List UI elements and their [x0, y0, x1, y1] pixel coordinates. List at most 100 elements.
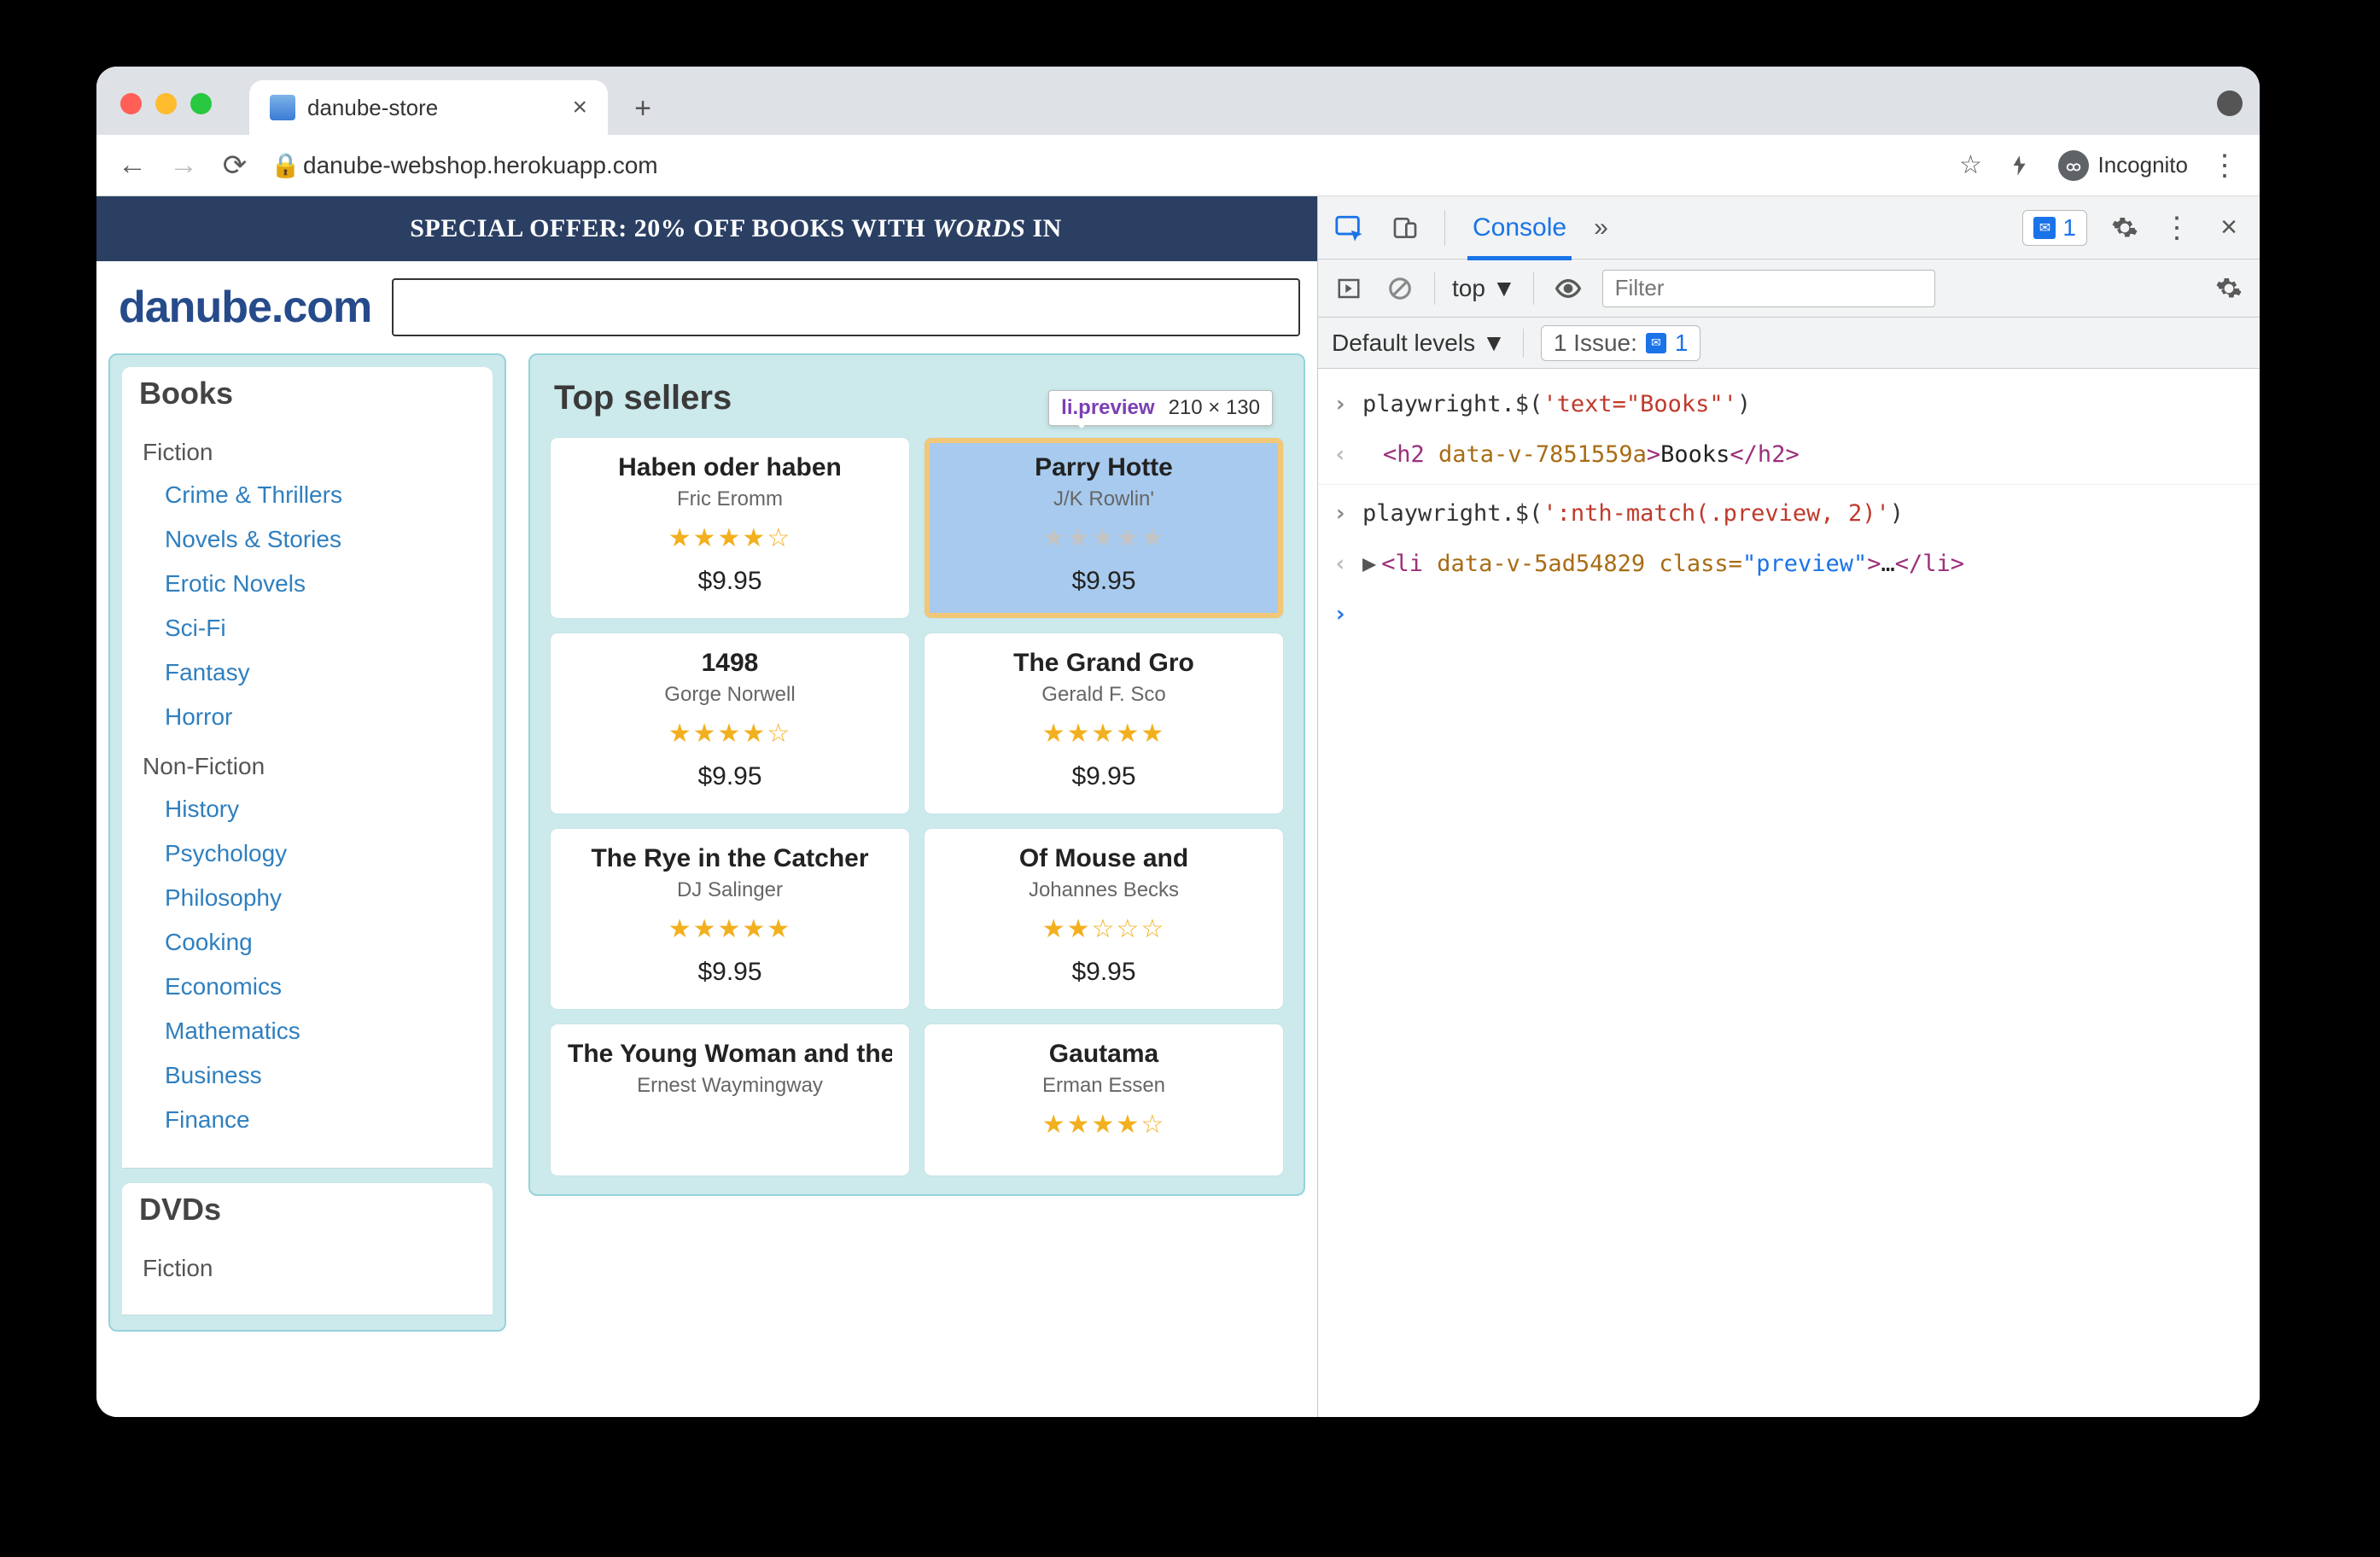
context-selector[interactable]: top ▼	[1452, 275, 1516, 302]
product-grid: Haben oder habenFric Eromm★★★★☆$9.95li.p…	[551, 438, 1283, 1175]
browser-window: danube-store × + ← → ⟳ 🔒 danube-webshop.…	[96, 67, 2260, 1417]
incognito-label: Incognito	[2097, 152, 2188, 178]
console-prompt[interactable]: ›	[1332, 589, 2246, 639]
site-header: danube.com	[96, 261, 1317, 353]
back-button[interactable]: ←	[117, 150, 148, 181]
sidebar-link[interactable]: Sci-Fi	[143, 606, 472, 650]
window-menu-icon[interactable]	[2217, 90, 2243, 116]
product-card[interactable]: GautamaErman Essen★★★★☆	[925, 1024, 1283, 1175]
devtools-settings-icon[interactable]	[2108, 211, 2142, 245]
address-bar: ← → ⟳ 🔒 danube-webshop.herokuapp.com ☆ I…	[96, 135, 2260, 196]
window-controls	[120, 93, 212, 114]
console-settings-icon[interactable]	[2212, 271, 2246, 306]
product-title: Gautama	[942, 1040, 1266, 1069]
incognito-badge[interactable]: Incognito	[2058, 150, 2188, 181]
sidebar-link[interactable]: Philosophy	[143, 876, 472, 920]
console-output[interactable]: › playwright.$('text="Books"') ‹ <h2 dat…	[1318, 369, 2260, 650]
clear-console-icon[interactable]	[1383, 271, 1417, 306]
bookmark-star-icon[interactable]: ☆	[1956, 151, 1985, 180]
output-caret-icon: ‹	[1332, 433, 1349, 476]
chevron-down-icon: ▼	[1492, 275, 1516, 302]
console-input-line: › playwright.$(':nth-match(.preview, 2)'…	[1332, 488, 2246, 539]
sidebar-link[interactable]: Fantasy	[143, 650, 472, 695]
inspector-tooltip: li.preview210 × 130	[1048, 390, 1273, 426]
product-author: J/K Rowlin'	[942, 487, 1266, 511]
product-card[interactable]: The Young Woman and the MountainErnest W…	[551, 1024, 909, 1175]
inspect-element-icon[interactable]	[1332, 211, 1366, 245]
product-rating: ★★★★★	[942, 719, 1266, 749]
forward-button[interactable]: →	[168, 150, 199, 181]
devtools-menu-icon[interactable]: ⋮	[2162, 211, 2191, 245]
product-card[interactable]: li.preview210 × 130Parry HotteJ/K Rowlin…	[925, 438, 1283, 618]
issues-pill[interactable]: ✉ 1	[2022, 210, 2087, 246]
product-author: Gerald F. Sco	[942, 683, 1266, 707]
tooltip-dimensions: 210 × 130	[1169, 396, 1260, 420]
banner-em: WORDS	[932, 214, 1025, 243]
sidebar-link[interactable]: Erotic Novels	[143, 562, 472, 606]
product-card[interactable]: The Grand GroGerald F. Sco★★★★★$9.95	[925, 633, 1283, 813]
tab-title: danube-store	[307, 95, 438, 121]
code-text: playwright.$(	[1362, 500, 1543, 527]
reload-button[interactable]: ⟳	[219, 150, 250, 181]
product-author: DJ Salinger	[568, 878, 892, 902]
extensions-icon[interactable]	[2007, 151, 2036, 180]
sidebar-link[interactable]: Economics	[143, 965, 472, 1009]
product-author: Ernest Waymingway	[568, 1074, 892, 1098]
devtools-close-icon[interactable]: ×	[2212, 211, 2246, 245]
sidebar-toggle-icon[interactable]	[1332, 271, 1366, 306]
code-text: )	[1737, 391, 1751, 417]
device-toggle-icon[interactable]	[1388, 211, 1422, 245]
console-filter-input[interactable]	[1602, 270, 1935, 307]
devtools-panel: Console » ✉ 1 ⋮ ×	[1317, 196, 2260, 1417]
url-box[interactable]: 🔒 danube-webshop.herokuapp.com	[271, 144, 658, 187]
sidebar-block-title[interactable]: DVDs	[122, 1183, 242, 1236]
sidebar-link[interactable]: Crime & Thrillers	[143, 473, 472, 517]
new-tab-button[interactable]: +	[628, 94, 657, 123]
sidebar-group-heading: Fiction	[143, 425, 472, 473]
devtools-tab-console[interactable]: Console	[1467, 196, 1572, 260]
close-tab-icon[interactable]: ×	[572, 93, 587, 122]
product-card[interactable]: 1498Gorge Norwell★★★★☆$9.95	[551, 633, 909, 813]
html-attr-value: "preview"	[1742, 551, 1867, 577]
close-window-icon[interactable]	[120, 93, 142, 114]
more-tabs-icon[interactable]: »	[1594, 213, 1608, 242]
sidebar-link[interactable]: Finance	[143, 1098, 472, 1142]
sidebar-link[interactable]: Psychology	[143, 831, 472, 876]
product-title: Parry Hotte	[942, 453, 1266, 482]
expand-triangle-icon[interactable]: ▶	[1362, 551, 1376, 577]
search-input[interactable]	[392, 278, 1300, 336]
sidebar-link[interactable]: Cooking	[143, 920, 472, 965]
context-value: top	[1452, 275, 1485, 302]
log-levels-selector[interactable]: Default levels ▼	[1332, 329, 1506, 357]
html-tag: >	[1867, 551, 1881, 577]
console-toolbar-secondary: Default levels ▼ 1 Issue: ✉ 1	[1318, 318, 2260, 369]
product-card[interactable]: Haben oder habenFric Eromm★★★★☆$9.95	[551, 438, 909, 618]
sidebar-link[interactable]: Business	[143, 1053, 472, 1098]
browser-tab[interactable]: danube-store ×	[249, 80, 608, 135]
product-card[interactable]: Of Mouse andJohannes Becks★★☆☆☆$9.95	[925, 829, 1283, 1009]
product-price: $9.95	[568, 762, 892, 791]
maximize-window-icon[interactable]	[190, 93, 212, 114]
main-panel: Top sellers Haben oder habenFric Eromm★★…	[528, 353, 1305, 1196]
live-expression-icon[interactable]	[1551, 271, 1585, 306]
product-card[interactable]: The Rye in the CatcherDJ Salinger★★★★★$9…	[551, 829, 909, 1009]
html-attr: class=	[1645, 551, 1742, 577]
site-logo[interactable]: danube.com	[110, 282, 371, 333]
issues-count: 1	[1675, 329, 1689, 357]
console-input-line: › playwright.$('text="Books"')	[1332, 379, 2246, 429]
lock-icon: 🔒	[271, 151, 291, 179]
sidebar-link[interactable]: Horror	[143, 695, 472, 739]
product-price: $9.95	[942, 567, 1266, 596]
devtools-tabbar: Console » ✉ 1 ⋮ ×	[1318, 196, 2260, 260]
product-rating: ★★★★★	[568, 914, 892, 944]
sidebar-link[interactable]: Novels & Stories	[143, 517, 472, 562]
code-text: )	[1890, 500, 1904, 527]
sidebar-link[interactable]: Mathematics	[143, 1009, 472, 1053]
browser-menu-icon[interactable]: ⋮	[2210, 149, 2239, 183]
minimize-window-icon[interactable]	[155, 93, 177, 114]
sidebar-link[interactable]: History	[143, 787, 472, 831]
sidebar-block-title[interactable]: Books	[122, 367, 254, 420]
product-author: Fric Eromm	[568, 487, 892, 511]
issues-counter[interactable]: 1 Issue: ✉ 1	[1541, 325, 1701, 361]
html-tag: <h2	[1383, 441, 1438, 468]
